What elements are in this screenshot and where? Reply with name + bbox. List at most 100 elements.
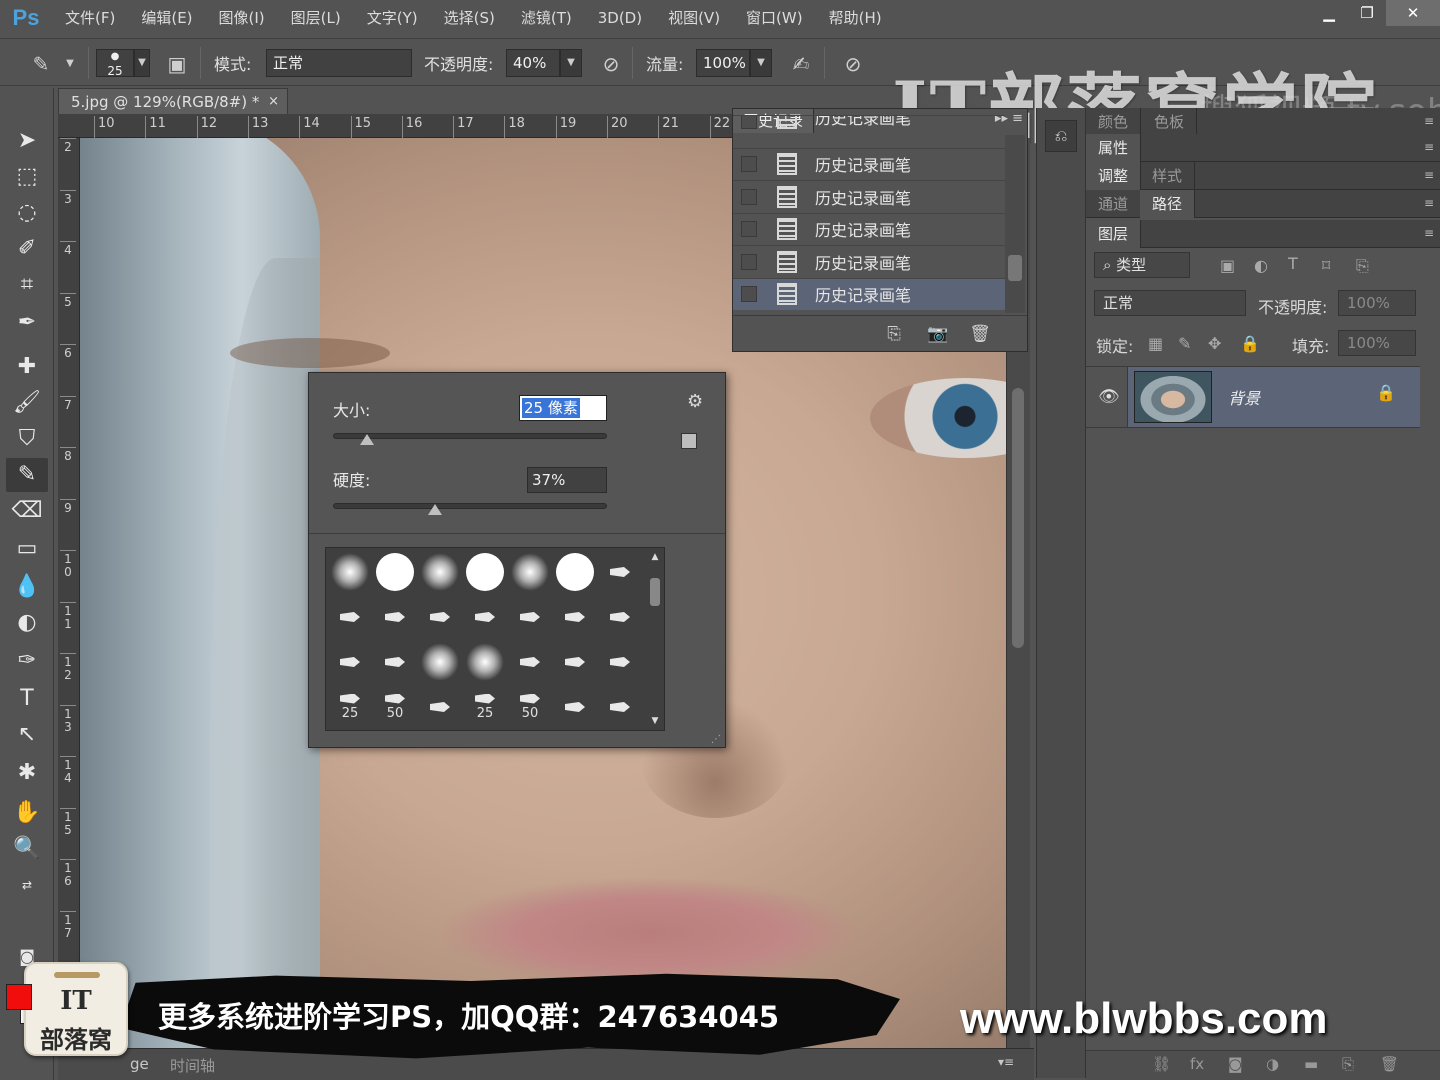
swap-colors-icon[interactable]: ⇄: [6, 868, 48, 902]
brush-preset-tile[interactable]: [598, 595, 642, 639]
brush-preset-tile[interactable]: [418, 685, 462, 729]
dodge-tool-icon[interactable]: ◐: [6, 606, 48, 640]
path-select-tool-icon[interactable]: ↖: [6, 718, 48, 752]
mode-select[interactable]: 正常: [266, 49, 412, 77]
tool-preset-dropdown-icon[interactable]: ▼: [62, 51, 78, 77]
history-source-checkbox[interactable]: [741, 156, 757, 172]
layer-row[interactable]: 👁 背景 🔒: [1086, 366, 1420, 428]
opacity-input[interactable]: 40%: [506, 49, 560, 77]
lock-position-icon[interactable]: ✥: [1208, 334, 1221, 353]
history-state-row[interactable]: 历史记录画笔: [733, 115, 1005, 129]
brush-preset-tile[interactable]: [553, 595, 597, 639]
filter-pixel-icon[interactable]: ▣: [1220, 256, 1235, 275]
move-tool-icon[interactable]: ➤: [6, 124, 48, 158]
brush-preset-tile[interactable]: [508, 640, 552, 684]
gradient-tool-icon[interactable]: ▭: [6, 532, 48, 566]
opacity-dropdown[interactable]: ▼: [560, 49, 582, 77]
history-source-checkbox[interactable]: [741, 253, 757, 270]
scrollbar-thumb[interactable]: [1012, 388, 1024, 648]
brush-panel-toggle-icon[interactable]: ▣: [164, 51, 190, 77]
new-preset-icon[interactable]: [681, 433, 697, 449]
scroll-down-icon[interactable]: ▼: [648, 716, 662, 726]
close-button[interactable]: ✕: [1386, 0, 1440, 26]
brush-preset-tile[interactable]: 25: [328, 685, 372, 729]
brush-preset-tile[interactable]: [418, 595, 462, 639]
brush-preset-tile[interactable]: [508, 595, 552, 639]
marquee-tool-icon[interactable]: ⬚: [6, 160, 48, 194]
scrollbar-thumb[interactable]: [650, 578, 660, 606]
clone-stamp-tool-icon[interactable]: ⛉: [6, 422, 48, 456]
tab-swatches[interactable]: 色板: [1142, 108, 1198, 136]
layer-filter-select[interactable]: ⌕ 类型: [1094, 252, 1190, 278]
brush-preset-picker[interactable]: ● 25: [96, 49, 134, 78]
lock-image-icon[interactable]: ✎: [1178, 334, 1191, 353]
menu-filter[interactable]: 滤镜(T): [508, 0, 585, 36]
tab-channels[interactable]: 通道: [1086, 190, 1142, 218]
minimize-button[interactable]: ▁: [1310, 0, 1348, 26]
link-layers-icon[interactable]: ⛓: [1152, 1055, 1171, 1073]
history-state-row[interactable]: 历史记录画笔: [733, 180, 1005, 212]
pressure-opacity-icon[interactable]: ⊘: [598, 51, 624, 77]
brush-preset-tile[interactable]: 50: [373, 685, 417, 729]
pressure-size-icon[interactable]: ⊘: [840, 51, 866, 77]
scroll-up-icon[interactable]: ▲: [648, 552, 662, 562]
lock-transparent-icon[interactable]: ▦: [1148, 334, 1163, 353]
brush-tool-icon[interactable]: 🖌: [6, 386, 48, 420]
layer-opacity-input[interactable]: 100%: [1338, 290, 1416, 316]
brush-preset-tile[interactable]: [508, 550, 552, 594]
tab-paths[interactable]: 路径: [1140, 190, 1196, 218]
menu-edit[interactable]: 编辑(E): [128, 0, 205, 36]
layer-name[interactable]: 背景: [1228, 385, 1260, 409]
restore-button[interactable]: ❐: [1348, 0, 1386, 26]
brush-preset-dropdown[interactable]: ▼: [134, 49, 150, 77]
tab-adjustments[interactable]: 调整: [1086, 162, 1142, 190]
panel-menu-icon[interactable]: ≡: [1424, 226, 1434, 240]
hand-tool-icon[interactable]: ✋: [6, 796, 48, 830]
panel-menu-icon[interactable]: ≡: [1424, 168, 1434, 182]
tab-timeline[interactable]: 时间轴: [170, 1055, 215, 1076]
gear-icon[interactable]: ⚙: [687, 391, 703, 412]
brush-preset-tile[interactable]: [598, 685, 642, 729]
adjustment-layer-icon[interactable]: ◑: [1266, 1055, 1279, 1073]
fill-input[interactable]: 100%: [1338, 330, 1416, 356]
delete-trash-icon[interactable]: 🗑: [967, 322, 993, 346]
menu-type[interactable]: 文字(Y): [354, 0, 431, 36]
lock-all-icon[interactable]: 🔒: [1240, 334, 1260, 353]
type-tool-icon[interactable]: T: [6, 682, 48, 716]
panel-menu-icon[interactable]: ≡: [1424, 140, 1434, 154]
brush-preset-tile[interactable]: [373, 640, 417, 684]
pen-tool-icon[interactable]: ✑: [6, 644, 48, 678]
lasso-tool-icon[interactable]: ◌: [6, 196, 48, 230]
close-tab-icon[interactable]: ×: [268, 89, 279, 115]
filter-shape-icon[interactable]: ⌑: [1322, 256, 1330, 275]
healing-brush-tool-icon[interactable]: ✚: [6, 350, 48, 384]
tab-properties[interactable]: 属性: [1086, 134, 1142, 162]
brush-preset-tile[interactable]: [463, 640, 507, 684]
menu-view[interactable]: 视图(V): [655, 0, 733, 36]
hardness-slider-track[interactable]: [333, 503, 607, 515]
brush-preset-tile[interactable]: [373, 595, 417, 639]
history-source-checkbox[interactable]: [741, 286, 757, 302]
history-source-checkbox[interactable]: [741, 221, 757, 237]
panel-menu-icon[interactable]: ▾≡: [998, 1055, 1014, 1069]
size-slider-track[interactable]: [333, 433, 607, 445]
history-state-row[interactable]: 历史记录画笔: [733, 245, 1005, 277]
history-state-row[interactable]: 历史记录画笔: [733, 277, 1005, 310]
airbrush-icon[interactable]: ✍: [788, 51, 814, 77]
eye-icon[interactable]: 👁: [1098, 387, 1120, 407]
menu-layer[interactable]: 图层(L): [278, 0, 354, 36]
filter-adjustment-icon[interactable]: ◐: [1254, 256, 1268, 275]
history-brush-tool-icon[interactable]: ✎: [28, 51, 54, 77]
brush-preset-tile[interactable]: [328, 550, 372, 594]
add-mask-icon[interactable]: ◙: [1228, 1055, 1243, 1073]
delete-layer-icon[interactable]: 🗑: [1380, 1055, 1399, 1073]
menu-window[interactable]: 窗口(W): [733, 0, 816, 36]
brush-preset-tile[interactable]: [598, 640, 642, 684]
crop-tool-icon[interactable]: ⌗: [6, 268, 48, 302]
history-source-checkbox[interactable]: [741, 188, 757, 205]
new-layer-icon[interactable]: ⎘: [1342, 1055, 1354, 1073]
shape-tool-icon[interactable]: ✱: [6, 756, 48, 790]
fx-icon[interactable]: fx: [1190, 1055, 1204, 1073]
panel-menu-icon[interactable]: ≡: [1424, 196, 1434, 210]
scrollbar-thumb[interactable]: [1008, 255, 1022, 281]
